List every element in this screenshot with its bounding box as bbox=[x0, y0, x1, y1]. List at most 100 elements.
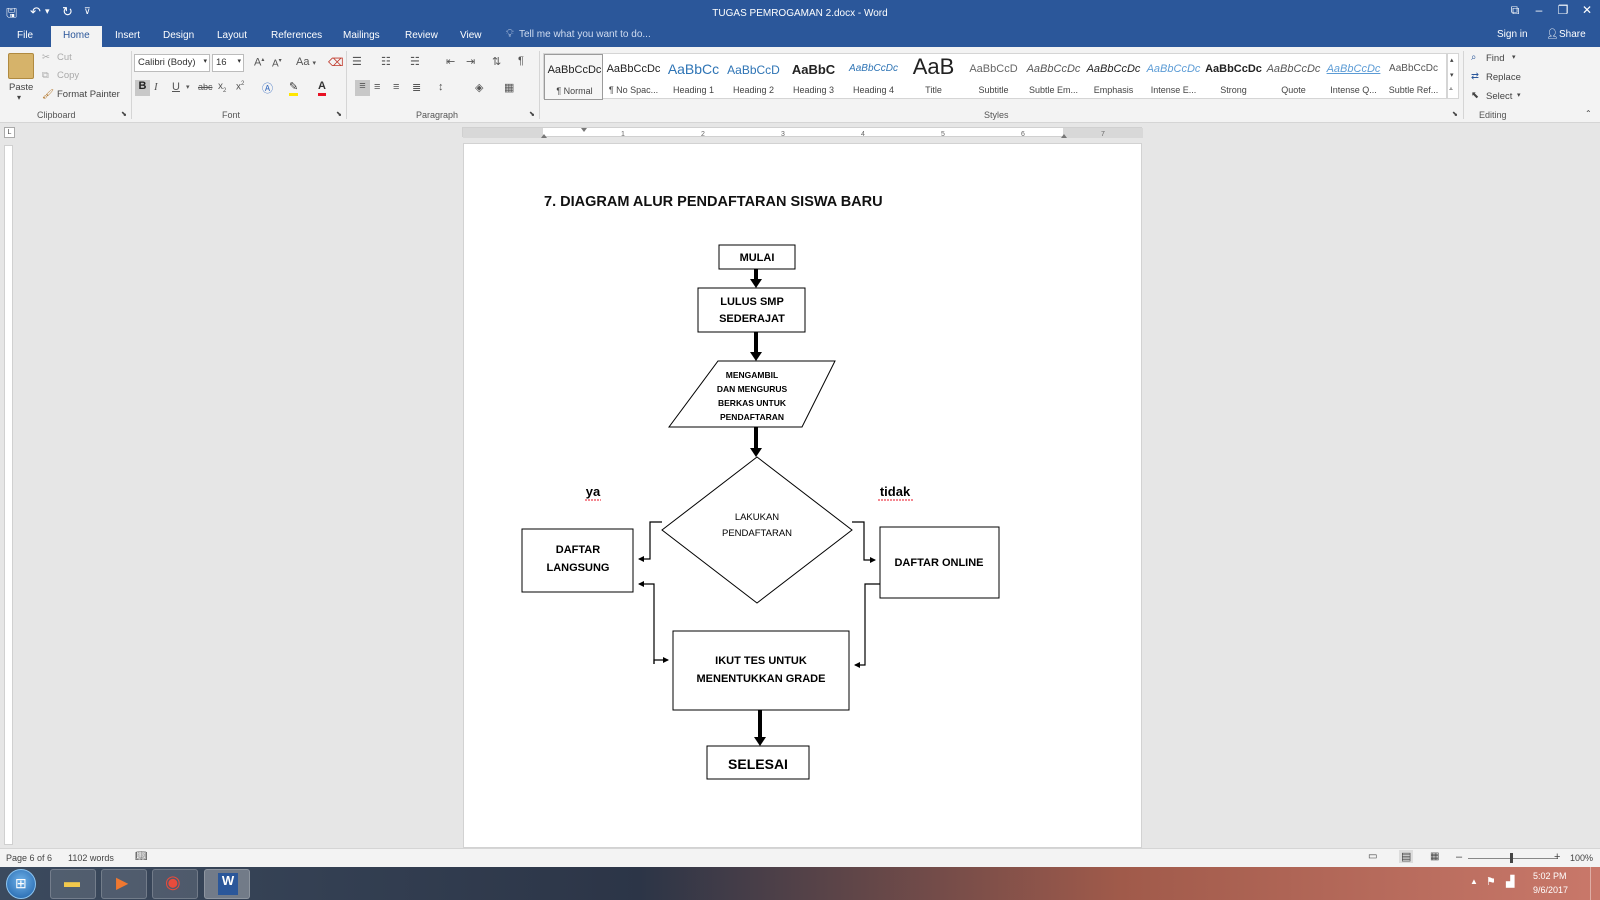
strikethrough-icon[interactable]: abc bbox=[198, 82, 213, 92]
paste-icon[interactable] bbox=[8, 53, 34, 79]
chrome-taskbar-button[interactable]: ◉ bbox=[152, 869, 198, 899]
share-button[interactable]: Share bbox=[1559, 29, 1586, 40]
shading-icon[interactable]: ◈ bbox=[475, 81, 483, 94]
page-count[interactable]: Page 6 of 6 bbox=[6, 853, 52, 863]
tab-references[interactable]: References bbox=[271, 30, 322, 41]
media-player-taskbar-button[interactable]: ▶ bbox=[101, 869, 147, 899]
style-normal[interactable]: AaBbCcDc ¶ Normal bbox=[544, 54, 603, 100]
style-intense-quote[interactable]: AaBbCcDc Intense Q... bbox=[1324, 54, 1383, 100]
clock-date[interactable]: 9/6/2017 bbox=[1533, 885, 1568, 895]
font-color-icon[interactable]: A bbox=[318, 80, 326, 96]
increase-indent-icon[interactable]: ⇥ bbox=[466, 55, 475, 68]
style-intense-emphasis[interactable]: AaBbCcDc Intense E... bbox=[1144, 54, 1203, 100]
align-left-icon[interactable]: ≡ bbox=[355, 80, 370, 96]
italic-icon[interactable]: I bbox=[154, 81, 158, 93]
numbering-icon[interactable]: ☷ bbox=[381, 55, 391, 68]
minimize-button[interactable]: – bbox=[1528, 3, 1550, 17]
style-heading-1[interactable]: AaBbCc Heading 1 bbox=[664, 54, 723, 100]
style-subtle-emphasis[interactable]: AaBbCcDc Subtle Em... bbox=[1024, 54, 1083, 100]
align-right-icon[interactable]: ≡ bbox=[393, 81, 399, 93]
highlight-icon[interactable]: ✎ bbox=[289, 80, 299, 96]
chevron-down-icon[interactable]: ▾ bbox=[1450, 71, 1454, 79]
restore-button[interactable]: ❐ bbox=[1552, 3, 1574, 17]
clipboard-launcher-icon[interactable]: ⬊ bbox=[121, 110, 127, 118]
word-count[interactable]: 1102 words bbox=[68, 853, 114, 863]
zoom-level[interactable]: 100% bbox=[1570, 853, 1593, 863]
font-size-combo[interactable]: 16 ▾ bbox=[212, 54, 244, 72]
find-button[interactable]: Find bbox=[1486, 53, 1504, 64]
action-center-icon[interactable]: ⚑ bbox=[1486, 875, 1496, 888]
paste-dropdown-icon[interactable]: ▾ bbox=[17, 93, 21, 102]
tab-layout[interactable]: Layout bbox=[217, 30, 247, 41]
tab-review[interactable]: Review bbox=[405, 30, 438, 41]
replace-button[interactable]: Replace bbox=[1486, 72, 1521, 83]
line-spacing-icon[interactable]: ↕ bbox=[438, 81, 444, 93]
explorer-taskbar-button[interactable]: ▬ bbox=[50, 869, 96, 899]
chevron-up-icon[interactable]: ▴ bbox=[1450, 56, 1454, 64]
paste-button[interactable]: Paste bbox=[9, 82, 33, 93]
sort-icon[interactable]: ⇅ bbox=[492, 55, 501, 68]
find-dropdown-icon[interactable]: ▾ bbox=[1512, 53, 1516, 61]
style-strong[interactable]: AaBbCcDc Strong bbox=[1204, 54, 1263, 100]
style-subtitle[interactable]: AaBbCcD Subtitle bbox=[964, 54, 1023, 100]
font-name-combo[interactable]: Calibri (Body) ▾ bbox=[134, 54, 210, 72]
tab-selector-icon[interactable]: L bbox=[4, 127, 15, 138]
document-page[interactable]: 7. DIAGRAM ALUR PENDAFTARAN SISWA BARU M… bbox=[463, 143, 1142, 848]
proofing-icon[interactable]: 📖︎ bbox=[135, 851, 148, 862]
text-effects-icon[interactable]: Ⓐ bbox=[262, 80, 273, 96]
tab-design[interactable]: Design bbox=[163, 30, 194, 41]
tab-insert[interactable]: Insert bbox=[115, 30, 140, 41]
styles-scroll[interactable]: ▴ ▾ ⩡ bbox=[1447, 53, 1459, 99]
bullets-icon[interactable]: ☰ bbox=[352, 55, 362, 68]
subscript-icon[interactable]: x2 bbox=[218, 81, 226, 94]
style-emphasis[interactable]: AaBbCcDc Emphasis bbox=[1084, 54, 1143, 100]
decrease-indent-icon[interactable]: ⇤ bbox=[446, 55, 455, 68]
show-hidden-icons-icon[interactable]: ▲ bbox=[1470, 877, 1478, 886]
tab-home[interactable]: Home bbox=[51, 26, 102, 47]
zoom-in-icon[interactable]: + bbox=[1554, 851, 1560, 863]
print-layout-icon[interactable]: ▤ bbox=[1399, 850, 1414, 863]
copy-button[interactable]: Copy bbox=[57, 70, 79, 81]
select-dropdown-icon[interactable]: ▾ bbox=[1517, 91, 1521, 99]
collapse-ribbon-icon[interactable]: ⌃ bbox=[1585, 109, 1592, 118]
more-styles-icon[interactable]: ⩡ bbox=[1449, 86, 1453, 94]
style-no-spacing[interactable]: AaBbCcDc ¶ No Spac... bbox=[604, 54, 663, 100]
clear-formatting-icon[interactable]: ⌫ bbox=[328, 56, 344, 69]
zoom-slider-thumb[interactable] bbox=[1510, 853, 1513, 863]
zoom-out-icon[interactable]: – bbox=[1456, 851, 1462, 863]
ribbon-display-icon[interactable]: ⧉ bbox=[1504, 3, 1526, 18]
sign-in-link[interactable]: Sign in bbox=[1497, 29, 1528, 40]
lulus-smp-box[interactable] bbox=[697, 287, 806, 333]
tab-mailings[interactable]: Mailings bbox=[343, 30, 380, 41]
multilevel-list-icon[interactable]: ☵ bbox=[410, 55, 420, 68]
font-launcher-icon[interactable]: ⬊ bbox=[336, 110, 342, 118]
web-layout-icon[interactable]: ▦ bbox=[1430, 851, 1439, 862]
tab-view[interactable]: View bbox=[460, 30, 482, 41]
ikut-tes-box[interactable] bbox=[672, 630, 850, 711]
underline-icon[interactable]: U bbox=[172, 81, 180, 93]
align-center-icon[interactable]: ≡ bbox=[374, 81, 380, 93]
bold-icon[interactable]: B bbox=[135, 80, 150, 96]
style-heading-2[interactable]: AaBbCcD Heading 2 bbox=[724, 54, 783, 100]
style-heading-4[interactable]: AaBbCcDc Heading 4 bbox=[844, 54, 903, 100]
borders-icon[interactable]: ▦ bbox=[504, 81, 514, 94]
word-taskbar-button[interactable]: W bbox=[204, 869, 250, 899]
show-desktop-button[interactable] bbox=[1590, 867, 1600, 900]
change-case-button[interactable]: Aa ▾ bbox=[296, 56, 316, 68]
shrink-font-icon[interactable]: A▾ bbox=[272, 57, 282, 69]
grow-font-icon[interactable]: A▴ bbox=[254, 56, 264, 69]
close-button[interactable]: ✕ bbox=[1576, 3, 1598, 17]
style-title[interactable]: AaB Title bbox=[904, 54, 963, 100]
format-painter-button[interactable]: Format Painter bbox=[57, 89, 120, 100]
cut-button[interactable]: Cut bbox=[57, 52, 72, 63]
style-heading-3[interactable]: AaBbC Heading 3 bbox=[784, 54, 843, 100]
style-subtle-reference[interactable]: AaBbCcDc Subtle Ref... bbox=[1384, 54, 1443, 100]
clock-time[interactable]: 5:02 PM bbox=[1533, 871, 1567, 881]
tab-file[interactable]: File bbox=[17, 30, 33, 41]
paragraph-launcher-icon[interactable]: ⬊ bbox=[529, 110, 535, 118]
zoom-slider[interactable] bbox=[1468, 858, 1558, 859]
network-icon[interactable]: ▟ bbox=[1506, 875, 1514, 888]
show-formatting-icon[interactable]: ¶ bbox=[518, 55, 524, 67]
horizontal-ruler[interactable]: 1 2 3 4 5 6 7 bbox=[462, 127, 1143, 138]
select-button[interactable]: Select bbox=[1486, 91, 1512, 102]
